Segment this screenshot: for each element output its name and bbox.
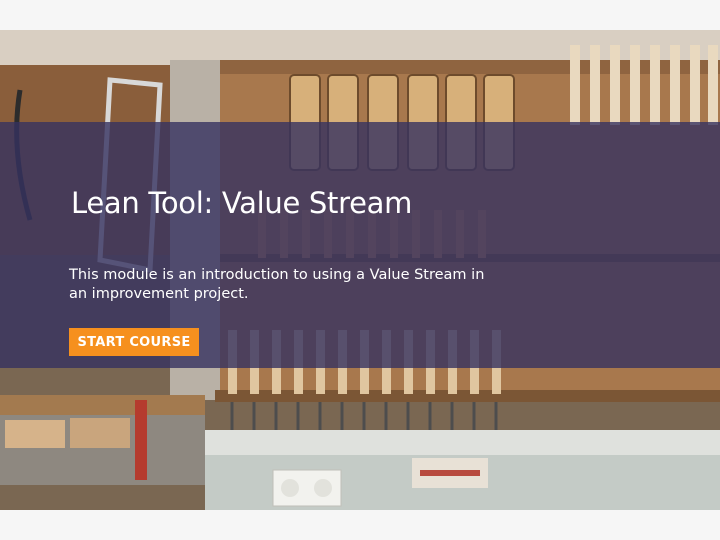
course-description: This module is an introduction to using … <box>69 267 485 302</box>
course-cover-slide: Lean Tool: Value Stream This module is a… <box>0 0 720 540</box>
course-title: Lean Tool: Value Stream <box>71 186 413 220</box>
start-course-button[interactable]: START COURSE <box>69 328 199 356</box>
